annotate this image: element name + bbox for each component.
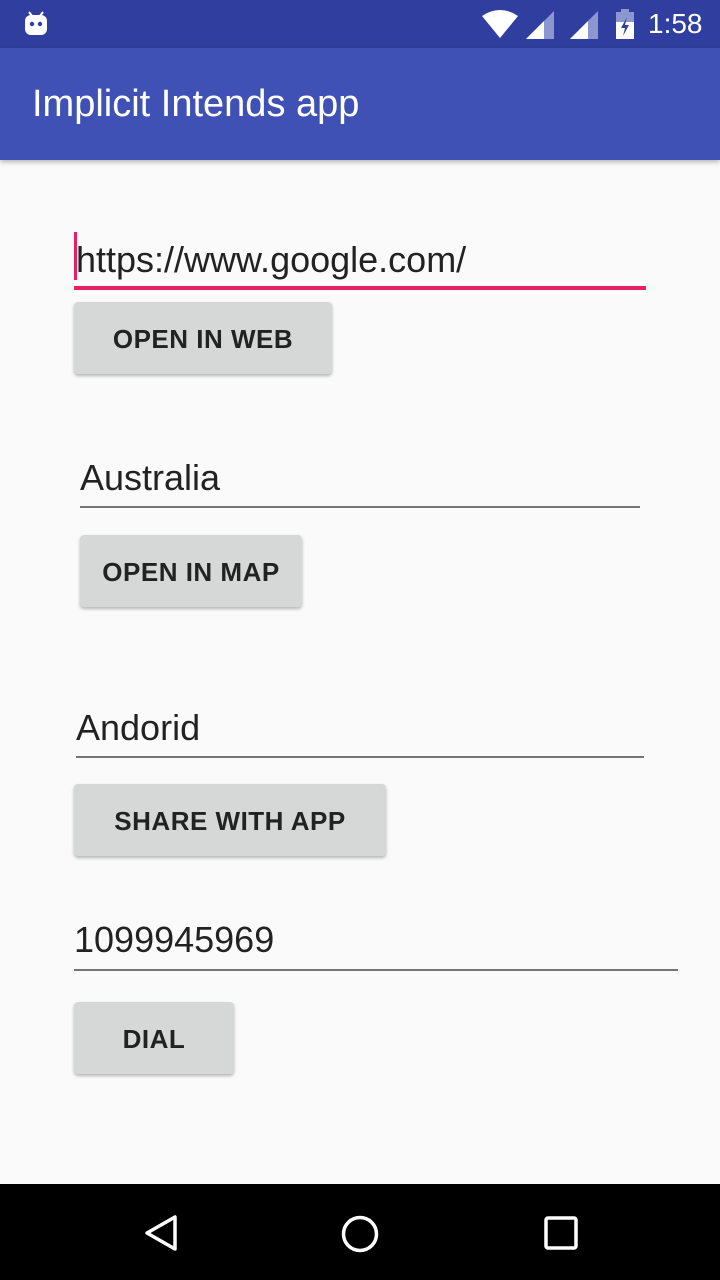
url-input-text: https://www.google.com/ xyxy=(76,239,467,280)
share-text-input-underline xyxy=(76,756,644,758)
status-bar: 1:58 xyxy=(0,0,720,48)
page-title: Implicit Intends app xyxy=(32,83,360,125)
recents-icon[interactable] xyxy=(543,1215,579,1251)
location-input-underline xyxy=(80,506,640,508)
share-with-app-button[interactable]: SHARE WITH APP xyxy=(74,784,386,856)
open-in-map-button[interactable]: OPEN IN MAP xyxy=(80,535,302,607)
signal-icon xyxy=(526,11,554,39)
status-clock: 1:58 xyxy=(648,8,703,39)
home-icon[interactable] xyxy=(340,1214,380,1254)
dial-button[interactable]: DIAL xyxy=(74,1002,234,1074)
phone-input-underline xyxy=(74,969,678,971)
share-text-input[interactable]: Andorid xyxy=(76,706,644,758)
wifi-icon xyxy=(482,10,518,38)
open-in-web-button[interactable]: OPEN IN WEB xyxy=(74,302,332,374)
signal-icon xyxy=(570,11,598,39)
battery-icon xyxy=(616,9,634,39)
back-icon[interactable] xyxy=(142,1214,180,1252)
phone-input-text: 1099945969 xyxy=(74,919,275,960)
share-text-input-text: Andorid xyxy=(76,707,201,748)
location-input[interactable]: Australia xyxy=(80,456,640,508)
android-icon xyxy=(25,11,47,35)
navigation-bar xyxy=(0,1184,720,1280)
phone-input[interactable]: 1099945969 xyxy=(74,918,678,971)
url-input-underline xyxy=(74,286,646,290)
location-input-text: Australia xyxy=(80,457,221,498)
app-bar: Implicit Intends app xyxy=(0,48,720,160)
url-input[interactable]: https://www.google.com/ xyxy=(74,232,646,290)
